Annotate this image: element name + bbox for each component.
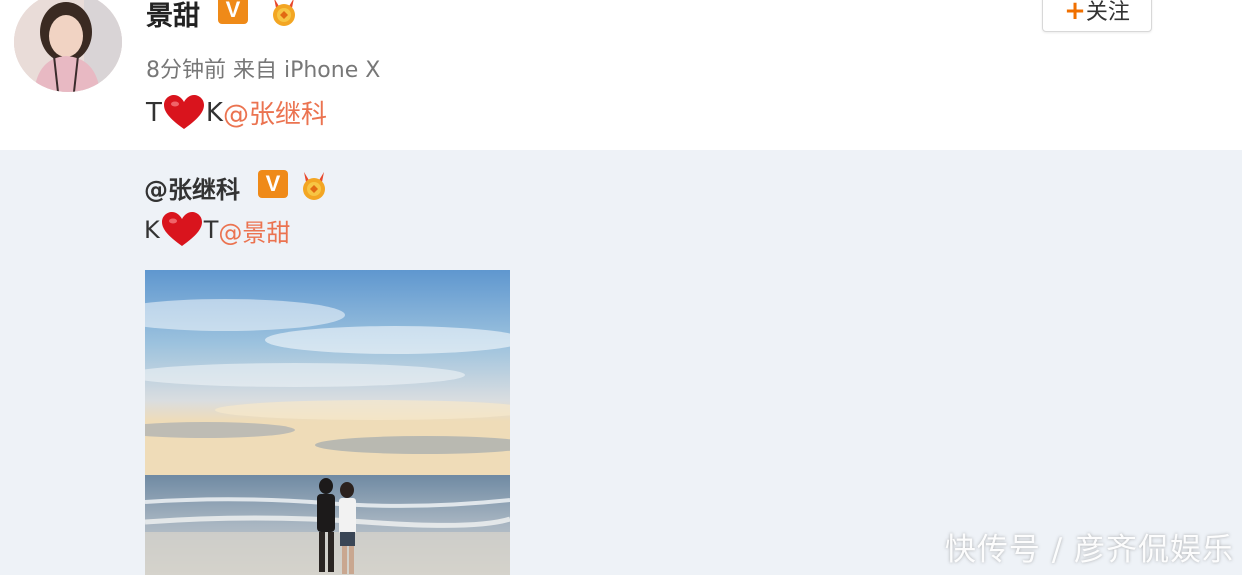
post-meta: 8分钟前 来自 iPhone X [146, 58, 381, 83]
medal-icon [303, 172, 325, 200]
avatar[interactable] [14, 0, 122, 92]
mention-link[interactable]: @景甜 [218, 213, 290, 248]
plus-icon: + [1064, 0, 1086, 26]
repost-author[interactable]: @张继科 [144, 170, 240, 205]
medal-icon [273, 0, 295, 26]
repost-text-suffix: T [203, 216, 219, 244]
post-text-prefix: T [146, 97, 162, 128]
follow-label: 关注 [1085, 0, 1130, 25]
post-text: T K @张继科 [146, 94, 327, 131]
repost-card[interactable]: @张继科 V K T @景甜 [0, 150, 1242, 575]
heart-emoji-icon [163, 94, 204, 129]
verified-badge-icon: V [218, 0, 248, 24]
verified-badge-icon: V [258, 170, 288, 198]
beach-photo[interactable] [145, 270, 510, 575]
follow-button[interactable]: +关注 [1042, 0, 1152, 32]
weibo-screenshot: 景甜 V +关注 8分钟前 来自 iPhone X T K @张继科 @张继科 … [0, 0, 1242, 575]
author-name[interactable]: 景甜 [146, 0, 200, 33]
mention-link[interactable]: @张继科 [223, 94, 327, 131]
repost-text-prefix: K [144, 216, 160, 244]
repost-text: K T @景甜 [144, 212, 290, 248]
post-text-suffix: K [205, 97, 223, 128]
heart-emoji-icon [161, 212, 202, 246]
weibo-post: 景甜 V +关注 8分钟前 来自 iPhone X T K @张继科 [0, 0, 1242, 150]
watermark: 快传号 / 彦齐侃娱乐 [944, 532, 1234, 568]
